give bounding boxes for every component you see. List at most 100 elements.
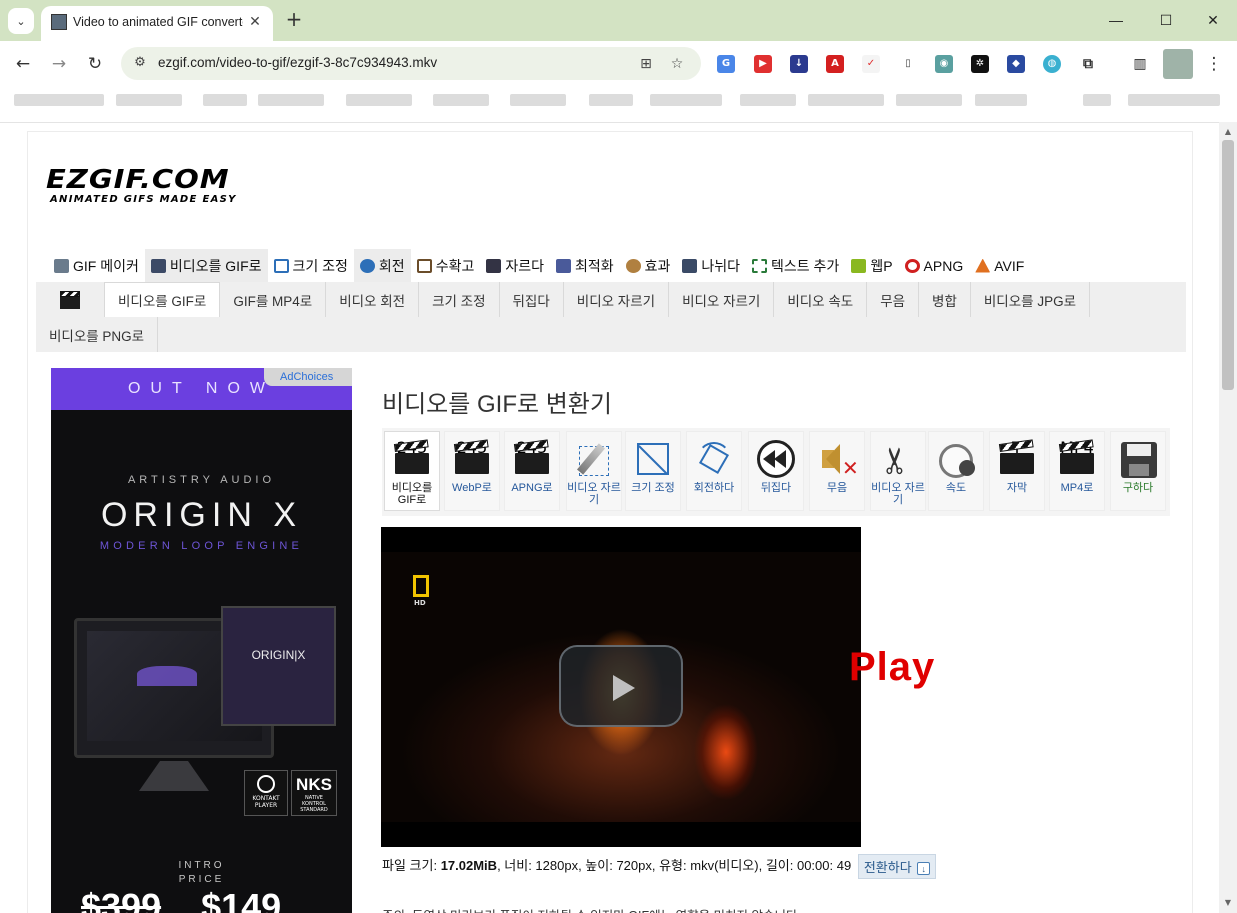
nav-gif-maker[interactable]: GIF 메이커 xyxy=(48,249,145,282)
subnav-cut-video[interactable]: 비디오 자르기 xyxy=(669,282,775,317)
forward-button[interactable]: → xyxy=(47,52,71,76)
nav-resize[interactable]: 크기 조정 xyxy=(268,249,354,282)
bookmark-item[interactable] xyxy=(740,94,796,106)
network-extension-icon[interactable]: ◉ xyxy=(935,55,953,73)
bookmark-item[interactable] xyxy=(116,94,182,106)
nav-apng[interactable]: APNG xyxy=(899,249,970,282)
ezgif-logo[interactable]: EZGIF.COM ANIMATED GIFS MADE EASY xyxy=(46,164,237,206)
nav-webp[interactable]: 웹P xyxy=(845,249,898,282)
new-tab-button[interactable]: + xyxy=(283,9,305,31)
browser-menu-icon[interactable]: ⋮ xyxy=(1202,52,1226,76)
subnav-gif-to-mp4[interactable]: GIF를 MP4로 xyxy=(220,282,327,317)
scrollbar-thumb[interactable] xyxy=(1222,140,1234,390)
subnav-video-to-jpg[interactable]: 비디오를 JPG로 xyxy=(971,282,1090,317)
maximize-button[interactable]: ☐ xyxy=(1153,8,1179,32)
bookmark-item[interactable] xyxy=(510,94,566,106)
pdf-extension-icon[interactable]: A xyxy=(826,55,844,73)
play-button[interactable] xyxy=(559,645,683,727)
nav-cut[interactable]: 자르다 xyxy=(480,249,550,282)
color-extension-icon[interactable]: ◆ xyxy=(1007,55,1025,73)
tool-clapperboard-button[interactable]: 245비디오를 GIF로 xyxy=(384,431,440,511)
subnav-rotate-video[interactable]: 비디오 회전 xyxy=(326,282,420,317)
tab-search-button[interactable]: ⌄ xyxy=(8,8,34,34)
nav-label: 크기 조정 xyxy=(292,257,348,274)
openai-extension-icon[interactable]: ✲ xyxy=(971,55,989,73)
bookmark-item[interactable] xyxy=(14,94,104,106)
rotate-icon xyxy=(359,258,375,273)
tool-crop-pen-button[interactable]: 비디오 자르기 xyxy=(566,431,622,511)
clapperboard-shape xyxy=(513,439,549,474)
scroll-up-arrow-icon[interactable]: ▲ xyxy=(1223,127,1233,136)
bookmark-star-icon[interactable]: ☆ xyxy=(667,54,687,74)
tool-rotate-button[interactable]: 회전하다 xyxy=(686,431,742,511)
address-bar[interactable]: ⚙ ezgif.com/video-to-gif/ezgif-3-8c7c934… xyxy=(121,47,701,80)
nav-avif[interactable]: AVIF xyxy=(969,249,1030,282)
url-text[interactable]: ezgif.com/video-to-gif/ezgif-3-8c7c93494… xyxy=(158,55,437,70)
bookmark-item[interactable] xyxy=(433,94,489,106)
nav-rotate[interactable]: 회전 xyxy=(353,249,411,282)
subnav-video-speed[interactable]: 비디오 속도 xyxy=(774,282,868,317)
subnav-video-to-gif[interactable]: 비디오를 GIF로 xyxy=(104,282,221,317)
bookmark-item[interactable] xyxy=(1083,94,1111,106)
tool-save-disk-button[interactable]: 구하다 xyxy=(1110,431,1166,511)
tool-label: 속도 xyxy=(945,482,967,494)
bookmark-item[interactable] xyxy=(1128,94,1220,106)
cloud-extension-icon[interactable]: ◍ xyxy=(1043,55,1061,73)
convert-button[interactable]: 전환하다 ↓ xyxy=(857,854,937,879)
subnav-crop-video[interactable]: 비디오 자르기 xyxy=(564,282,670,317)
close-window-button[interactable]: ✕ xyxy=(1200,8,1226,32)
tool-scissors-button[interactable]: ✂ 비디오 자르기 xyxy=(870,431,926,511)
tool-mute-button[interactable]: ✕ 무음 xyxy=(809,431,865,511)
extensions-puzzle-icon[interactable]: ⧉ xyxy=(1079,55,1097,73)
nav-crop[interactable]: 수확고 xyxy=(411,249,481,282)
webp-icon xyxy=(851,258,867,273)
scroll-down-arrow-icon[interactable]: ▼ xyxy=(1223,898,1233,907)
bookmark-item[interactable] xyxy=(975,94,1027,106)
minimize-button[interactable]: — xyxy=(1103,8,1129,32)
advertisement-banner[interactable]: OUT NOW AdChoices ARTISTRY AUDIO ORIGIN … xyxy=(51,368,352,913)
subnav-mute[interactable]: 무음 xyxy=(867,282,920,317)
bookmark-item[interactable] xyxy=(808,94,884,106)
browser-tab-active[interactable]: Video to animated GIF converter ✕ xyxy=(41,6,273,41)
mute-icon: ✕ xyxy=(816,438,859,480)
download-extension-icon[interactable]: ↓ xyxy=(790,55,808,73)
reload-button[interactable]: ↻ xyxy=(83,52,107,76)
nav-effects[interactable]: 효과 xyxy=(620,249,677,282)
adchoices-link[interactable]: AdChoices xyxy=(264,368,352,386)
nav-label: 웹P xyxy=(870,257,893,274)
tool-reverse-button[interactable]: 뒤집다 xyxy=(748,431,804,511)
nav-split[interactable]: 나뉘다 xyxy=(676,249,746,282)
tool-clapperboard-button[interactable]: 245 WebP로 xyxy=(444,431,500,511)
bookmark-extension-icon[interactable]: ▯ xyxy=(899,55,917,73)
tab-close-icon[interactable]: ✕ xyxy=(245,12,265,32)
video-extension-icon[interactable]: ▶ xyxy=(754,55,772,73)
back-button[interactable]: ← xyxy=(11,52,35,76)
bookmark-item[interactable] xyxy=(589,94,633,106)
translate-icon[interactable]: ⊞ xyxy=(636,54,656,74)
subnav-resize[interactable]: 크기 조정 xyxy=(419,282,500,317)
tool-mp4-clapper-button[interactable]: MP4 MP4로 xyxy=(1049,431,1105,511)
cursor-extension-icon[interactable]: ✓ xyxy=(862,55,880,73)
crop-pen-icon xyxy=(573,438,615,480)
bookmark-item[interactable] xyxy=(346,94,412,106)
side-panel-icon[interactable]: ▥ xyxy=(1131,55,1149,73)
tool-subtitle-clapper-button[interactable]: T 자막 xyxy=(989,431,1045,511)
tool-stopwatch-button[interactable]: 속도 xyxy=(928,431,984,511)
nav-add-text[interactable]: 텍스트 추가 xyxy=(746,249,845,282)
video-player[interactable]: HD xyxy=(381,527,861,847)
tool-resize-button[interactable]: 크기 조정 xyxy=(625,431,681,511)
nav-video-to-gif[interactable]: 비디오를 GIF로 xyxy=(144,249,268,282)
profile-avatar[interactable] xyxy=(1163,49,1193,79)
bookmark-item[interactable] xyxy=(258,94,324,106)
bookmark-item[interactable] xyxy=(650,94,722,106)
cut-icon xyxy=(486,258,502,273)
bookmark-item[interactable] xyxy=(896,94,962,106)
nav-optimize[interactable]: 최적화 xyxy=(550,249,620,282)
site-info-icon[interactable]: ⚙ xyxy=(131,55,149,73)
bookmark-item[interactable] xyxy=(203,94,247,106)
subnav-video-to-png[interactable]: 비디오를 PNG로 xyxy=(36,317,159,352)
tool-clapperboard-button[interactable]: 245 APNG로 xyxy=(504,431,560,511)
subnav-merge[interactable]: 병합 xyxy=(919,282,971,317)
subnav-reverse[interactable]: 뒤집다 xyxy=(500,282,564,317)
google-translate-extension-icon[interactable]: G xyxy=(717,55,735,73)
